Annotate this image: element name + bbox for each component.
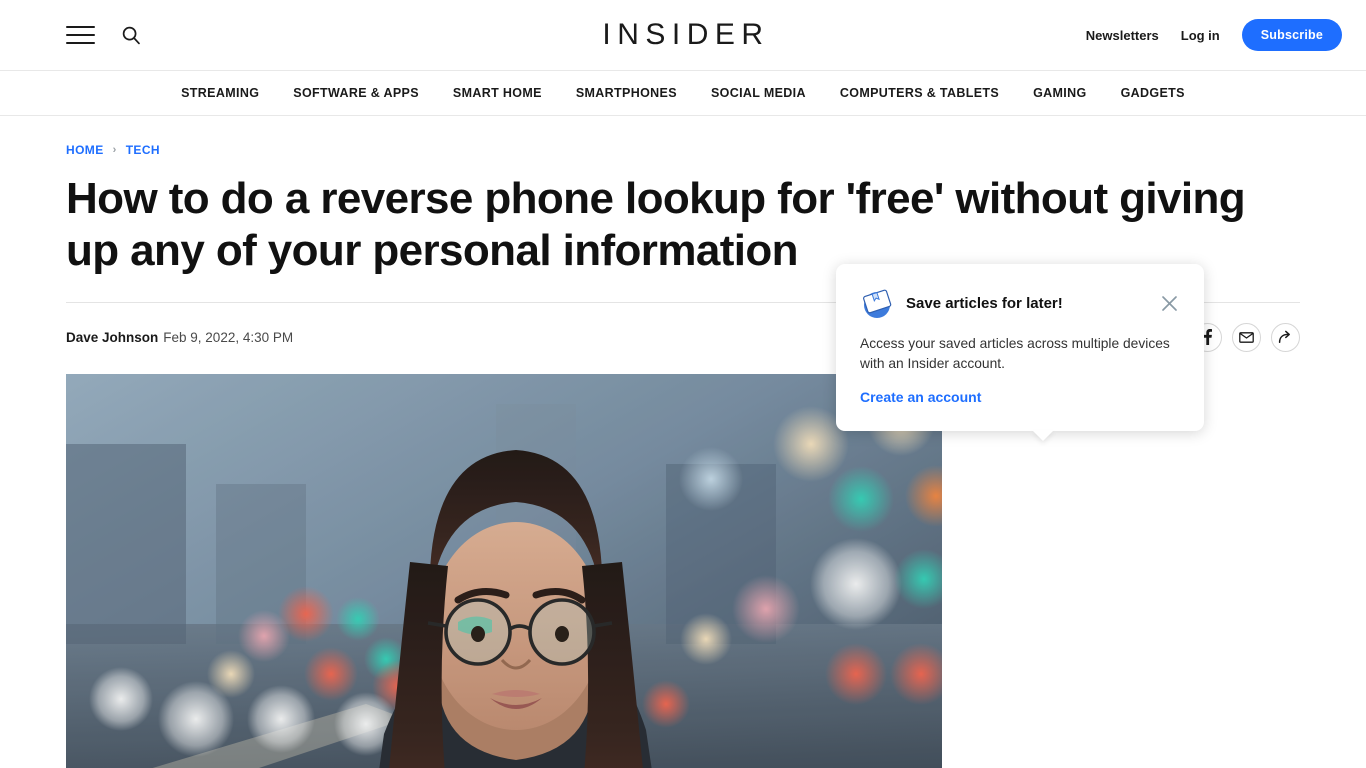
top-header-bar: INSIDER Newsletters Log in Subscribe <box>0 0 1366 71</box>
header-left-actions <box>0 25 141 45</box>
breadcrumb: HOME › TECH <box>66 116 1300 157</box>
hero-image-graphic <box>66 373 942 768</box>
nav-item-software-apps[interactable]: SOFTWARE & APPS <box>293 86 419 100</box>
byline: Dave Johnson Feb 9, 2022, 4:30 PM <box>66 330 293 345</box>
breadcrumb-separator-icon: › <box>112 144 117 156</box>
email-icon[interactable] <box>1232 322 1261 352</box>
search-icon[interactable] <box>121 25 141 45</box>
breadcrumb-section[interactable]: TECH <box>126 143 160 157</box>
breadcrumb-home[interactable]: HOME <box>66 143 104 157</box>
popup-body-text: Access your saved articles across multip… <box>860 336 1170 371</box>
publish-date: Feb 9, 2022, 4:30 PM <box>163 329 294 345</box>
article-hero-image <box>66 373 942 768</box>
login-link[interactable]: Log in <box>1181 28 1220 43</box>
create-account-link[interactable]: Create an account <box>860 389 981 405</box>
category-navigation: STREAMING SOFTWARE & APPS SMART HOME SMA… <box>0 71 1366 116</box>
site-logo-text: INSIDER <box>602 18 770 51</box>
nav-item-computers-tablets[interactable]: COMPUTERS & TABLETS <box>840 86 999 100</box>
nav-item-social-media[interactable]: SOCIAL MEDIA <box>711 86 806 100</box>
author-name[interactable]: Dave Johnson <box>66 330 158 345</box>
nav-item-smart-home[interactable]: SMART HOME <box>453 86 542 100</box>
article-container: HOME › TECH How to do a reverse phone lo… <box>0 116 1366 768</box>
share-arrow-icon[interactable] <box>1271 322 1300 352</box>
nav-item-gadgets[interactable]: GADGETS <box>1121 86 1185 100</box>
nav-item-smartphones[interactable]: SMARTPHONES <box>576 86 677 100</box>
newsletters-link[interactable]: Newsletters <box>1086 28 1159 43</box>
header-right-actions: Newsletters Log in Subscribe <box>1086 19 1366 51</box>
save-articles-popup: Save articles for later! Access your sav… <box>836 264 1204 432</box>
hamburger-menu-icon[interactable] <box>66 26 95 44</box>
close-icon[interactable] <box>1158 292 1180 314</box>
page-title: How to do a reverse phone lookup for 'fr… <box>66 174 1246 275</box>
nav-item-streaming[interactable]: STREAMING <box>181 86 259 100</box>
save-article-icon <box>863 289 892 318</box>
nav-item-gaming[interactable]: GAMING <box>1033 86 1087 100</box>
popup-title: Save articles for later! <box>906 294 1063 312</box>
subscribe-button[interactable]: Subscribe <box>1241 19 1342 51</box>
popup-header: Save articles for later! <box>860 286 1180 320</box>
